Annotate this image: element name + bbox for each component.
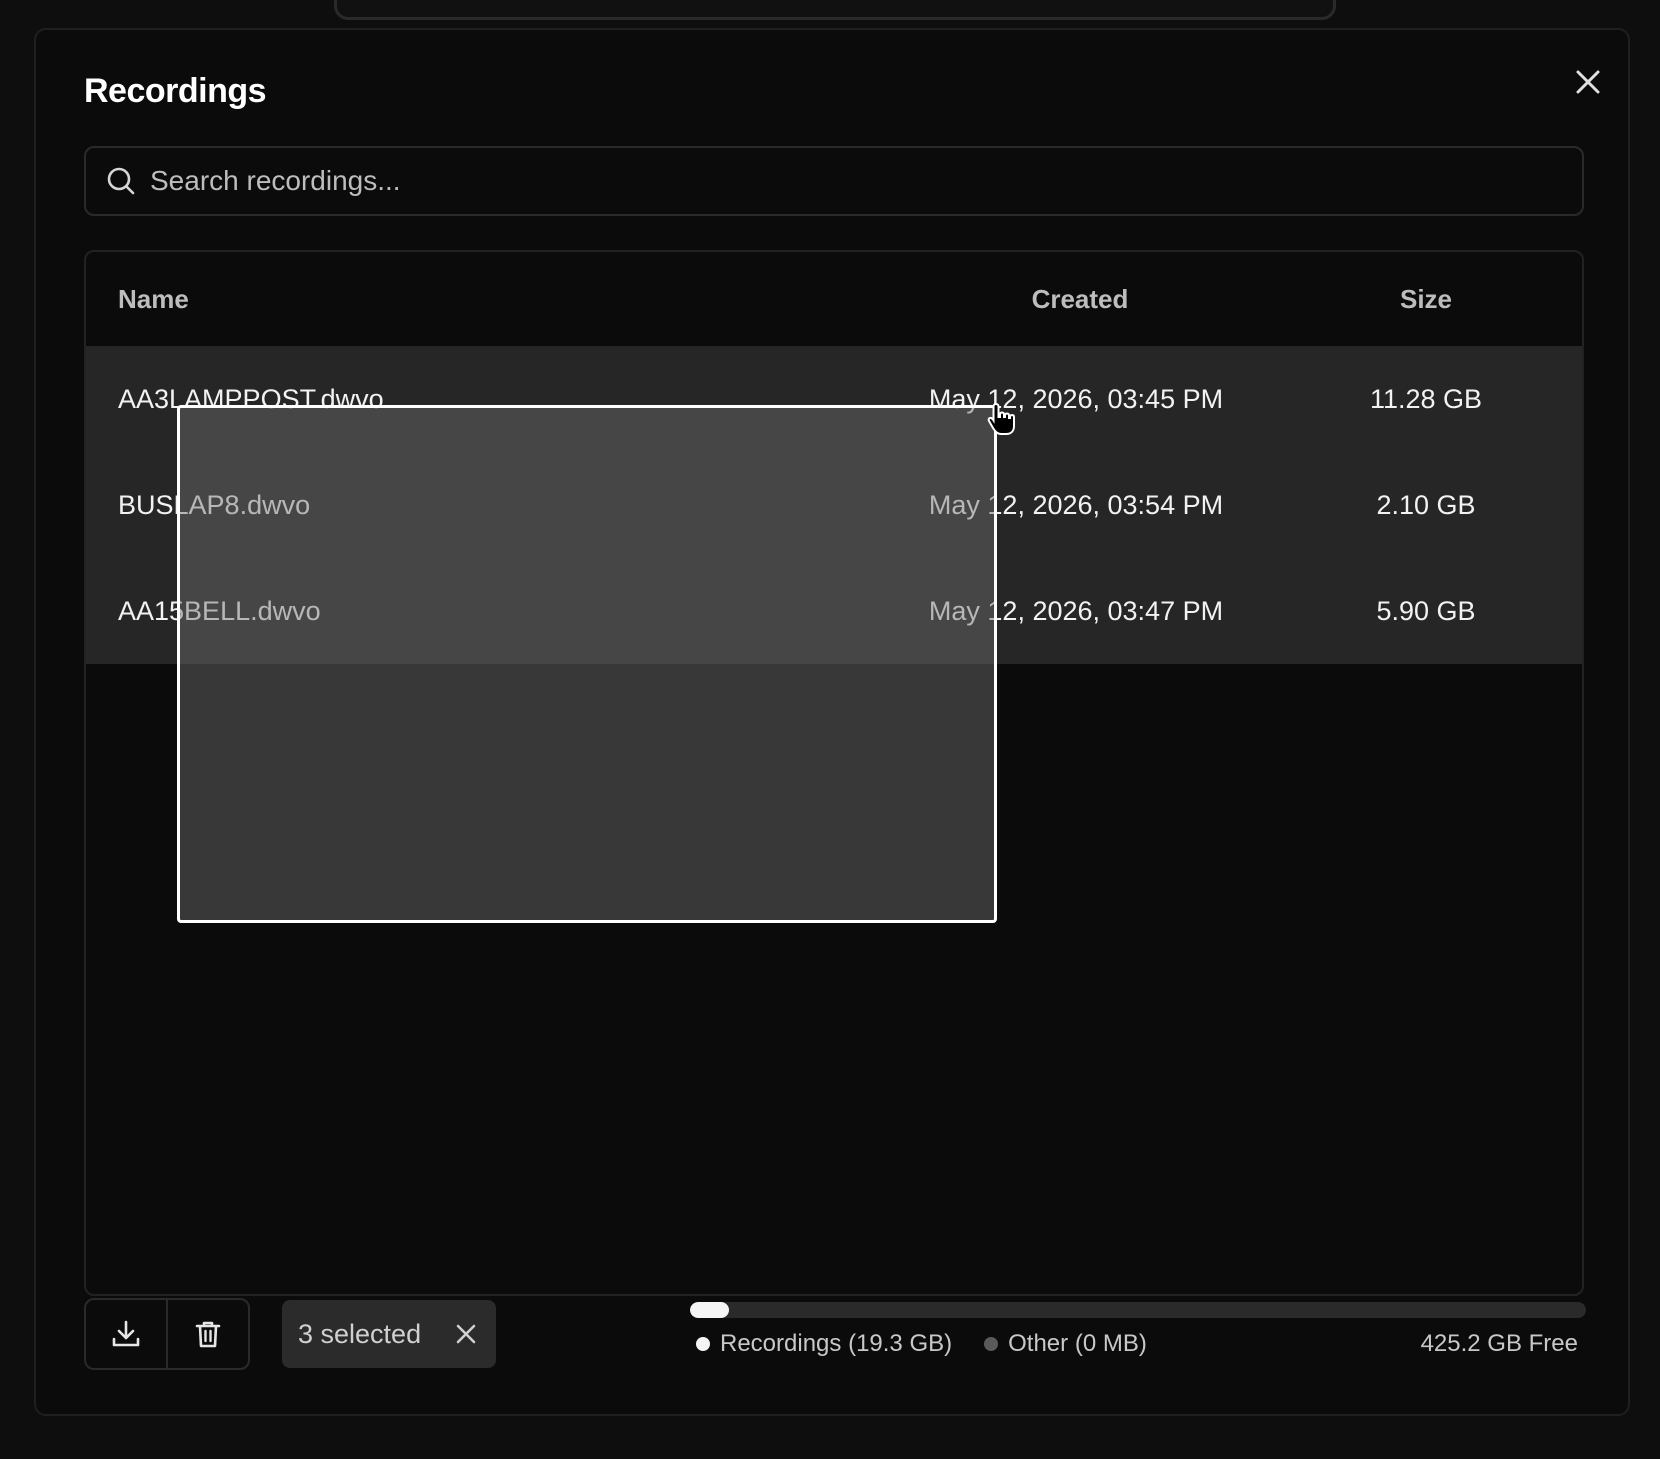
selection-count: 3 selected [298,1318,422,1349]
legend-other-value: (0 MB) [1074,1330,1147,1357]
clear-selection-button[interactable] [450,1318,482,1350]
recordings-table: Name Created Size AA3LAMPPOST.dwvo May 1… [84,250,1584,1296]
download-icon [112,1320,140,1347]
column-header-name[interactable]: Name [118,284,189,315]
storage-usage-fill [690,1302,729,1318]
trash-icon [195,1321,221,1348]
recording-size: 2.10 GB [1376,489,1476,520]
column-header-size[interactable]: Size [1326,284,1526,315]
table-row[interactable]: AA3LAMPPOST.dwvo May 12, 2026, 03:45 PM … [86,346,1582,452]
delete-button[interactable] [166,1300,248,1368]
storage-legend: Recordings (19.3 GB) Other (0 MB) [696,1330,1179,1358]
recording-created: May 12, 2026, 03:47 PM [928,595,1224,626]
search-input[interactable] [148,164,1582,198]
recordings-dialog: Recordings Name Created Size AA3LAMPPOST… [34,28,1630,1416]
download-button[interactable] [86,1300,166,1368]
legend-other-label: Other [1008,1330,1069,1357]
search-icon [104,164,138,198]
background-toolbar [334,0,1336,20]
search-box [84,146,1584,216]
recording-size: 11.28 GB [1369,383,1483,414]
recording-name: BUSLAP8.dwvo [118,489,311,520]
recordings-dot-icon [696,1337,710,1351]
recording-created: May 12, 2026, 03:45 PM [928,383,1224,414]
storage-usage-bar [690,1302,1586,1318]
close-icon [1576,70,1600,94]
recording-created: May 12, 2026, 03:54 PM [928,489,1224,520]
close-icon [456,1324,476,1344]
table-row[interactable]: BUSLAP8.dwvo May 12, 2026, 03:54 PM 2.10… [86,452,1582,558]
column-header-created[interactable]: Created [956,284,1204,315]
table-header: Name Created Size [86,252,1582,346]
recording-size: 5.90 GB [1376,595,1476,626]
recording-name: AA15BELL.dwvo [118,595,321,626]
legend-recordings: Recordings (19.3 GB) [696,1330,952,1358]
bulk-action-group [84,1298,250,1370]
legend-other: Other (0 MB) [984,1330,1147,1358]
recording-name: AA3LAMPPOST.dwvo [118,383,384,414]
selection-chip: 3 selected [282,1300,496,1368]
storage-free: 425.2 GB Free [1420,1330,1578,1357]
legend-recordings-value: (19.3 GB) [848,1330,953,1357]
dialog-title: Recordings [84,72,267,110]
legend-recordings-label: Recordings [720,1330,842,1357]
other-dot-icon [984,1337,999,1351]
close-dialog-button[interactable] [1566,60,1610,104]
table-row[interactable]: AA15BELL.dwvo May 12, 2026, 03:47 PM 5.9… [86,558,1582,664]
